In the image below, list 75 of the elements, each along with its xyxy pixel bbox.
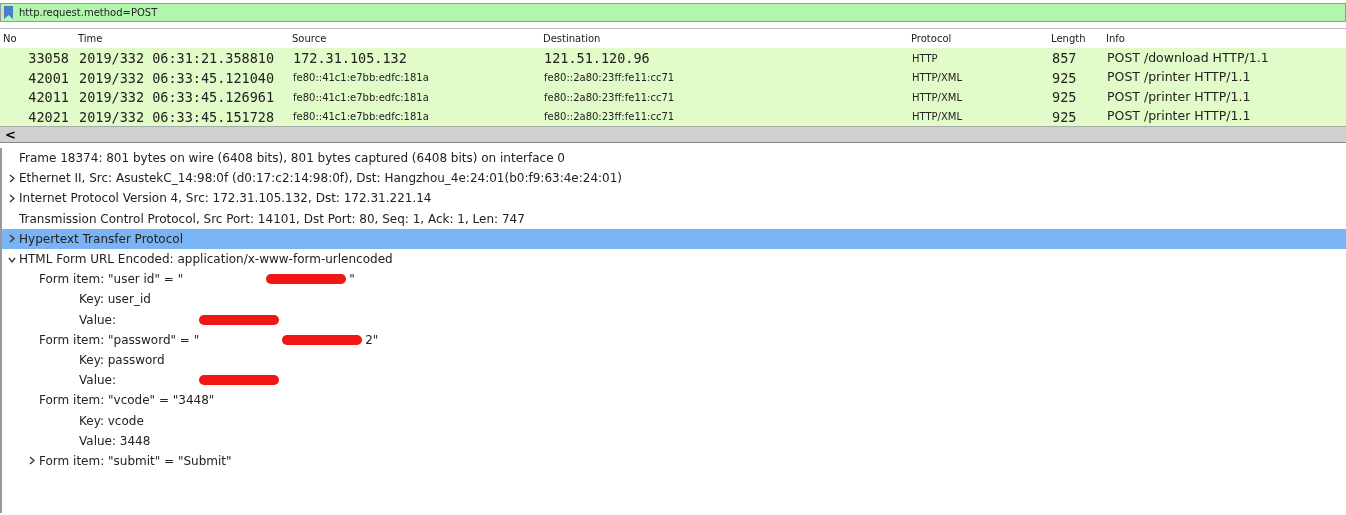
table-cell-text: POST /download HTTP/1.1 xyxy=(1106,48,1270,67)
tree-label: Key: password xyxy=(79,351,165,369)
table-cell-text: 42021 xyxy=(27,107,70,127)
tree-label: " xyxy=(349,271,355,289)
tree-row[interactable]: Hypertext Transfer Protocol xyxy=(2,228,1346,249)
table-cell-text: 2019/332 06:31:21.358810 xyxy=(78,49,276,68)
tree-label: Key: user_id xyxy=(79,291,151,309)
tree-row[interactable]: HTML Form URL Encoded: application/x-www-form-urlencoded xyxy=(2,248,1346,270)
tree-row[interactable]: Value: 3448 xyxy=(2,430,1346,451)
column-header[interactable]: Source xyxy=(289,31,540,46)
packet-row[interactable]: 42021 2019/332 06:33:45.151728 fe80::41c1:e7bb:edfc:181a fe80::2a80:23ff:fe11:cc71 HTTP/XML 925 POST /printer HTTP/1.1 xyxy=(0,106,1346,126)
tree-row[interactable]: Value: xyxy=(2,370,1346,391)
column-header[interactable]: Destination xyxy=(540,31,908,46)
table-cell-text: 2019/332 06:33:45.126961 xyxy=(78,88,276,107)
table-cell-text: POST /printer HTTP/1.1 xyxy=(1106,107,1252,126)
table-cell-text: POST /printer HTTP/1.1 xyxy=(1106,68,1252,87)
table-cell-text: 42011 xyxy=(27,88,70,107)
table-cell-text: fe80::2a80:23ff:fe11:cc71 xyxy=(543,110,676,125)
tree-row[interactable]: Key: user_id xyxy=(2,289,1346,310)
tree-row[interactable]: Form item: "user id" = " " xyxy=(2,269,1346,290)
table-cell-text: fe80::41c1:e7bb:edfc:181a xyxy=(292,71,430,86)
tree-row[interactable]: Form item: "vcode" = "3448" xyxy=(2,390,1346,411)
table-cell-text: 925 xyxy=(1051,88,1078,107)
table-cell-text: 121.51.120.96 xyxy=(543,49,651,68)
column-header[interactable]: No xyxy=(0,31,75,46)
tree-label: HTML Form URL Encoded: application/x-www-form-urlencoded xyxy=(19,251,393,269)
tree-label: Form item: "user id" = " xyxy=(39,271,184,289)
tree-label: Value: xyxy=(79,372,116,390)
tree-label: Ethernet II, Src: AsustekC_14:98:0f (d0:17:c2:14:98:0f), Dst: Hangzhou_4e:24:01(b0:f9:63:4e:24:01) xyxy=(19,170,622,188)
scroll-left-button[interactable]: < xyxy=(0,128,21,141)
tree-label: Form item: "vcode" = "3448" xyxy=(39,392,215,410)
table-cell-text: 857 xyxy=(1051,49,1078,68)
tree-label: 2" xyxy=(365,331,379,349)
tree-label: Frame 18374: 801 bytes on wire (6408 bits), 801 bytes captured (6408 bits) on interface 0 xyxy=(19,150,565,168)
column-header[interactable]: Info xyxy=(1103,31,1346,46)
tree-row[interactable]: Ethernet II, Src: AsustekC_14:98:0f (d0:17:c2:14:98:0f), Dst: Hangzhou_4e:24:01(b0:f9:63:4e:24:01) xyxy=(2,168,1346,189)
tree-row[interactable]: Transmission Control Protocol, Src Port: 14101, Dst Port: 80, Seq: 1, Ack: 1, Len: 747 xyxy=(2,208,1346,229)
packet-row[interactable]: 42001 2019/332 06:33:45.121040 fe80::41c1:e7bb:edfc:181a fe80::2a80:23ff:fe11:cc71 HTTP/XML 925 POST /printer HTTP/1.1 xyxy=(0,67,1346,87)
table-cell-text: 2019/332 06:33:45.151728 xyxy=(78,107,276,127)
table-cell-text: HTTP xyxy=(911,51,939,66)
table-cell-text: HTTP/XML xyxy=(911,71,963,86)
table-cell-text: 925 xyxy=(1051,107,1078,127)
tree-label: Internet Protocol Version 4, Src: 172.31.105.132, Dst: 172.31.221.14 xyxy=(19,190,432,208)
table-cell-text: POST /printer HTTP/1.1 xyxy=(1106,87,1252,106)
scrollbar[interactable]: < xyxy=(0,126,1346,143)
table-cell-text: 925 xyxy=(1051,68,1078,88)
tree-row[interactable]: Internet Protocol Version 4, Src: 172.31.105.132, Dst: 172.31.221.14 xyxy=(2,188,1346,209)
table-cell-text: fe80::41c1:e7bb:edfc:181a xyxy=(292,110,430,125)
table-cell-text: 2019/332 06:33:45.121040 xyxy=(78,68,276,88)
table-cell-text: 172.31.105.132 xyxy=(292,49,408,68)
tree-row[interactable]: Key: vcode xyxy=(2,410,1346,431)
tree-label: Value: 3448 xyxy=(79,432,151,450)
tree-row[interactable]: Key: password xyxy=(2,349,1346,371)
tree-label: Form item: "submit" = "Submit" xyxy=(39,452,232,470)
tree-row[interactable]: Frame 18374: 801 bytes on wire (6408 bits), 801 bytes captured (6408 bits) on interface 0 xyxy=(2,148,1346,169)
tree-row[interactable]: Form item: "submit" = "Submit" xyxy=(2,450,1346,471)
table-cell-text: fe80::2a80:23ff:fe11:cc71 xyxy=(543,90,676,105)
table-cell-text: fe80::2a80:23ff:fe11:cc71 xyxy=(543,71,676,86)
tree-label: Value: xyxy=(79,311,116,329)
tree-label: Form item: "password" = " xyxy=(39,331,200,349)
tree-row[interactable]: Form item: "password" = " 2" xyxy=(2,329,1346,350)
tree-label: Key: vcode xyxy=(79,412,144,430)
table-cell-text: 33058 xyxy=(27,49,70,68)
table-cell-text: fe80::41c1:e7bb:edfc:181a xyxy=(292,90,430,105)
tree-label: Hypertext Transfer Protocol xyxy=(19,230,183,248)
table-cell-text: HTTP/XML xyxy=(911,90,963,105)
tree-row[interactable]: Value: xyxy=(2,309,1346,330)
packet-row[interactable]: 42011 2019/332 06:33:45.126961 fe80::41c1:e7bb:edfc:181a fe80::2a80:23ff:fe11:cc71 HTTP/XML 925 POST /printer HTTP/1.1 xyxy=(0,87,1346,107)
table-cell-text: 42001 xyxy=(27,68,70,88)
table-cell-text: HTTP/XML xyxy=(911,110,963,125)
column-header[interactable]: Length xyxy=(1048,31,1103,46)
tree-label: Transmission Control Protocol, Src Port: 14101, Dst Port: 80, Seq: 1, Ack: 1, Len: 747 xyxy=(19,210,525,228)
packet-row[interactable]: 33058 2019/332 06:31:21.358810 172.31.105.132 121.51.120.96 HTTP 857 POST /download HTTP/1.1 xyxy=(0,48,1346,68)
column-header[interactable]: Time xyxy=(75,31,289,46)
column-header[interactable]: Protocol xyxy=(908,31,1048,46)
